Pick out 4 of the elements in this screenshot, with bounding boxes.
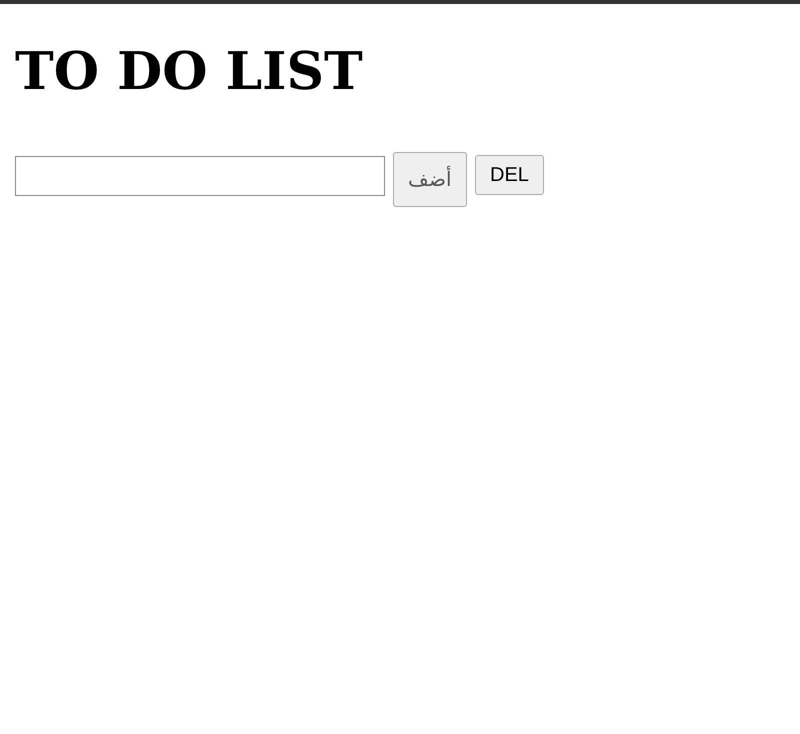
delete-button[interactable]: DEL — [475, 155, 544, 195]
page-title: TO DO LIST — [15, 46, 363, 98]
add-button[interactable]: أضف — [393, 152, 467, 207]
task-input-field[interactable] — [15, 156, 385, 196]
